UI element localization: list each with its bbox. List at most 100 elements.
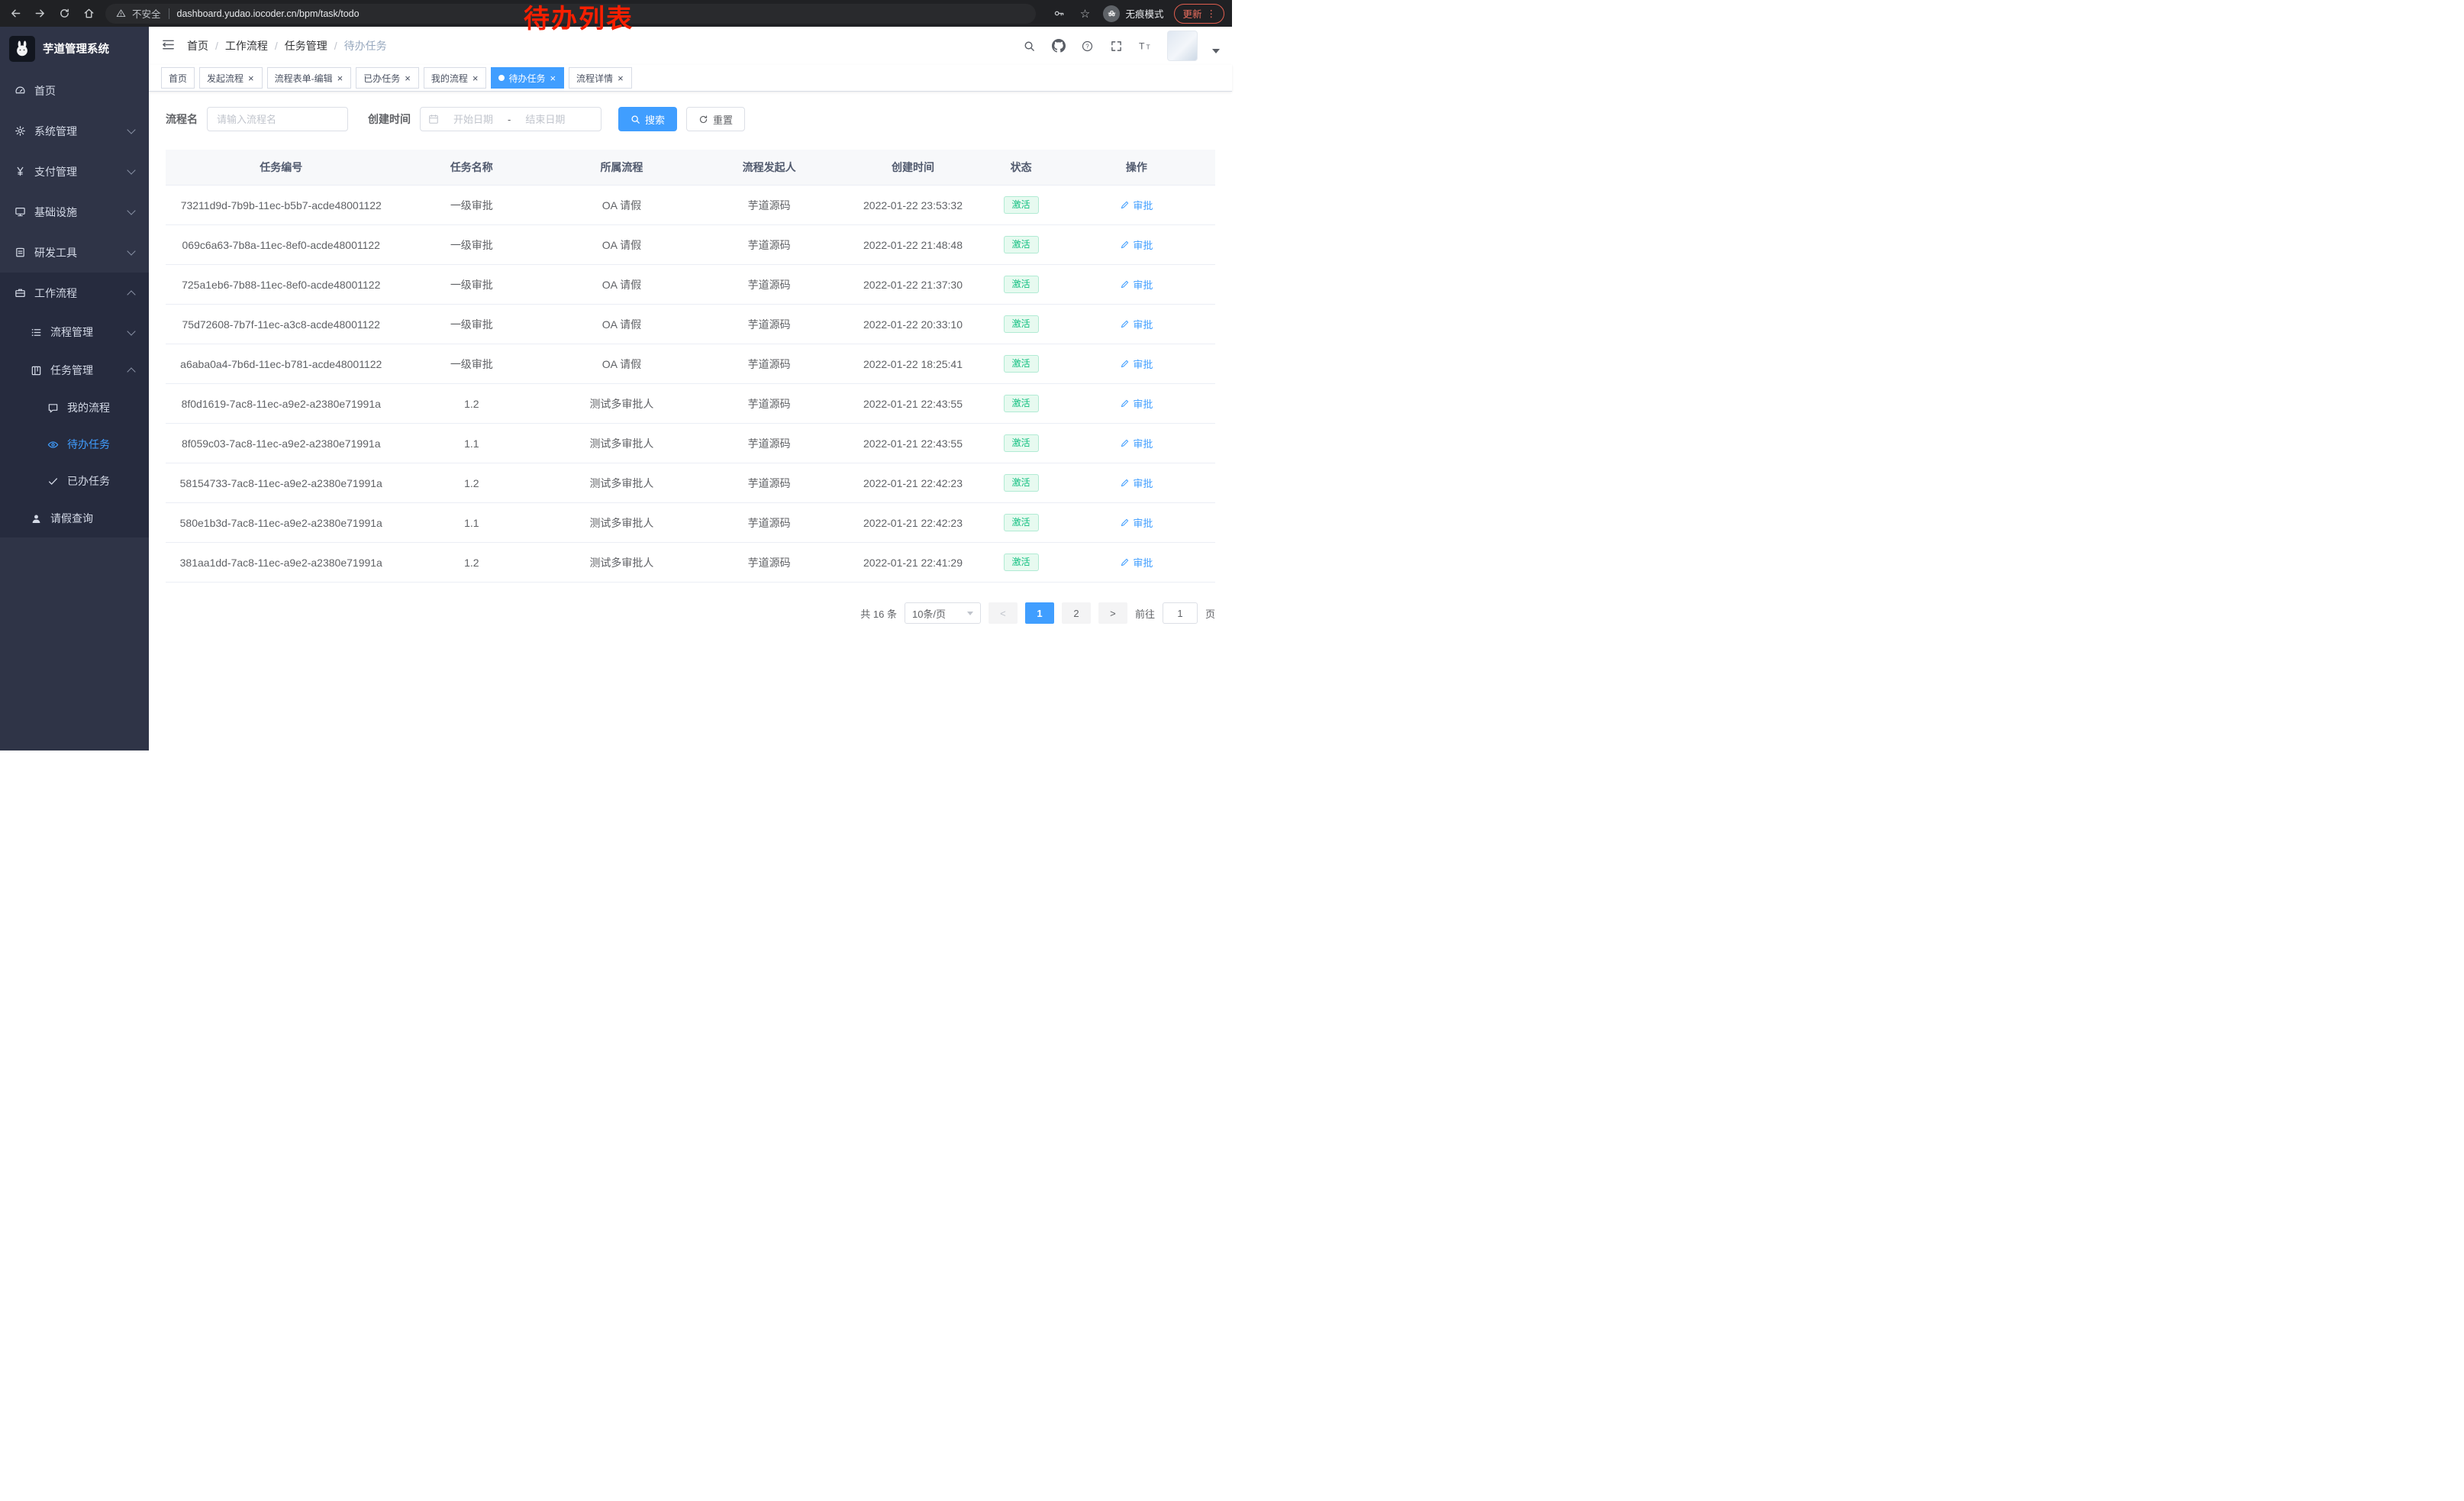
breadcrumb-workflow[interactable]: 工作流程 xyxy=(225,38,268,53)
task-id-cell: 580e1b3d-7ac8-11ec-a9e2-a2380e71991a xyxy=(166,503,397,543)
tab-done-tasks[interactable]: 已办任务 × xyxy=(356,67,419,89)
sidebar-item-label: 请假查询 xyxy=(50,511,134,526)
browser-reload-icon[interactable] xyxy=(56,6,72,21)
breadcrumb: 首页 / 工作流程 / 任务管理 / 待办任务 xyxy=(187,38,387,53)
tab-home[interactable]: 首页 xyxy=(161,67,195,89)
sidebar-item-system[interactable]: 系统管理 xyxy=(0,111,149,151)
approve-link[interactable]: 审批 xyxy=(1120,357,1153,371)
create-time-label: 创建时间 xyxy=(368,111,411,127)
approve-link[interactable]: 审批 xyxy=(1120,476,1153,490)
tab-process-form-edit[interactable]: 流程表单-编辑 × xyxy=(267,67,352,89)
approve-link[interactable]: 审批 xyxy=(1120,198,1153,212)
edit-pencil-icon xyxy=(1120,200,1130,210)
table-row: 75d72608-7b7f-11ec-a3c8-acde48001122 一级审… xyxy=(166,305,1215,344)
tab-todo-tasks[interactable]: 待办任务 × xyxy=(491,67,564,89)
edit-pencil-icon xyxy=(1120,359,1130,369)
edit-pencil-icon xyxy=(1120,557,1130,567)
approve-link[interactable]: 审批 xyxy=(1120,277,1153,292)
approve-link[interactable]: 审批 xyxy=(1120,515,1153,530)
page-button-2[interactable]: 2 xyxy=(1062,602,1091,624)
approve-link-label: 审批 xyxy=(1133,357,1153,371)
tab-close-icon[interactable]: × xyxy=(337,73,344,83)
process-cell: OA 请假 xyxy=(547,225,697,265)
process-name-input[interactable] xyxy=(207,107,348,131)
breadcrumb-home[interactable]: 首页 xyxy=(187,38,208,53)
approve-link[interactable]: 审批 xyxy=(1120,555,1153,570)
date-range-picker[interactable]: - xyxy=(420,107,601,131)
task-id-cell: 8f059c03-7ac8-11ec-a9e2-a2380e71991a xyxy=(166,424,397,463)
breadcrumb-task-management[interactable]: 任务管理 xyxy=(285,38,327,53)
sidebar-item-payment[interactable]: 支付管理 xyxy=(0,151,149,192)
end-date-input[interactable] xyxy=(515,113,575,126)
user-avatar[interactable] xyxy=(1167,31,1198,61)
approve-link-label: 审批 xyxy=(1133,555,1153,570)
tab-start-process[interactable]: 发起流程 × xyxy=(199,67,263,89)
approve-link[interactable]: 审批 xyxy=(1120,396,1153,411)
approve-link-label: 审批 xyxy=(1133,515,1153,530)
action-cell: 审批 xyxy=(1058,503,1215,543)
table-row: 8f0d1619-7ac8-11ec-a9e2-a2380e71991a 1.2… xyxy=(166,384,1215,424)
sidebar-item-todo-tasks[interactable]: 待办任务 xyxy=(0,426,149,463)
tab-my-process[interactable]: 我的流程 × xyxy=(424,67,487,89)
fullscreen-icon[interactable] xyxy=(1109,39,1124,53)
password-key-icon[interactable] xyxy=(1051,6,1066,21)
browser-menu-dots-icon[interactable]: ⋮ xyxy=(1207,8,1217,19)
sidebar-item-devtools[interactable]: 研发工具 xyxy=(0,232,149,273)
approve-link-label: 审批 xyxy=(1133,317,1153,331)
approve-link-label: 审批 xyxy=(1133,436,1153,450)
prev-page-button[interactable]: < xyxy=(989,602,1018,624)
task-name-cell: 1.2 xyxy=(397,463,547,503)
page-button-1[interactable]: 1 xyxy=(1025,602,1054,624)
avatar-caret-down-icon[interactable] xyxy=(1212,49,1220,53)
sidebar-item-done-tasks[interactable]: 已办任务 xyxy=(0,463,149,499)
reset-button[interactable]: 重置 xyxy=(686,107,745,131)
top-navbar: 首页 / 工作流程 / 任务管理 / 待办任务 ? xyxy=(149,27,1232,65)
start-date-input[interactable] xyxy=(443,113,503,126)
edit-pencil-icon xyxy=(1120,319,1130,329)
sidebar-item-home[interactable]: 首页 xyxy=(0,70,149,111)
chrome-right-cluster: ☆ 无痕模式 更新 ⋮ xyxy=(1051,4,1224,24)
browser-home-icon[interactable] xyxy=(81,6,96,21)
approve-link[interactable]: 审批 xyxy=(1120,317,1153,331)
header-search-icon[interactable] xyxy=(1022,39,1037,53)
tab-close-icon[interactable]: × xyxy=(549,73,556,83)
sidebar-item-leave-query[interactable]: 请假查询 xyxy=(0,499,149,537)
sidebar-item-workflow[interactable]: 工作流程 xyxy=(0,273,149,313)
sidebar-collapse-icon[interactable] xyxy=(161,37,176,54)
task-name-cell: 一级审批 xyxy=(397,186,547,225)
sidebar-item-process-management[interactable]: 流程管理 xyxy=(0,313,149,351)
process-cell: 测试多审批人 xyxy=(547,384,697,424)
tab-close-icon[interactable]: × xyxy=(247,73,255,83)
edit-pencil-icon xyxy=(1120,399,1130,408)
approve-link[interactable]: 审批 xyxy=(1120,237,1153,252)
starter-cell: 芋道源码 xyxy=(697,265,842,305)
goto-page-input[interactable] xyxy=(1163,602,1198,624)
bookmark-star-icon[interactable]: ☆ xyxy=(1077,6,1092,21)
search-button[interactable]: 搜索 xyxy=(618,107,677,131)
sidebar-item-task-management[interactable]: 任务管理 xyxy=(0,351,149,389)
page-size-select[interactable]: 10条/页 xyxy=(905,602,981,624)
chat-icon xyxy=(47,402,59,414)
pagination-total: 共 16 条 xyxy=(860,606,897,621)
header-task-name: 任务名称 xyxy=(397,150,547,186)
github-icon[interactable] xyxy=(1051,39,1066,53)
sidebar-item-infra[interactable]: 基础设施 xyxy=(0,192,149,232)
help-icon[interactable]: ? xyxy=(1080,39,1095,53)
update-button[interactable]: 更新 ⋮ xyxy=(1174,4,1224,24)
sidebar-item-my-process[interactable]: 我的流程 xyxy=(0,389,149,426)
process-cell: OA 请假 xyxy=(547,186,697,225)
browser-forward-icon[interactable] xyxy=(32,6,47,21)
tab-label: 首页 xyxy=(169,72,187,85)
tab-label: 待办任务 xyxy=(508,72,545,85)
approve-link[interactable]: 审批 xyxy=(1120,436,1153,450)
tab-close-icon[interactable]: × xyxy=(617,73,624,83)
sidebar-item-label: 流程管理 xyxy=(50,324,120,340)
tab-close-icon[interactable]: × xyxy=(472,73,479,83)
header-status: 状态 xyxy=(985,150,1058,186)
tab-process-detail[interactable]: 流程详情 × xyxy=(569,67,632,89)
tab-close-icon[interactable]: × xyxy=(404,73,411,83)
next-page-button[interactable]: > xyxy=(1098,602,1127,624)
browser-back-icon[interactable] xyxy=(8,6,23,21)
app-logo[interactable]: 芋道管理系统 xyxy=(0,27,149,70)
font-size-icon[interactable]: TT xyxy=(1138,39,1153,53)
